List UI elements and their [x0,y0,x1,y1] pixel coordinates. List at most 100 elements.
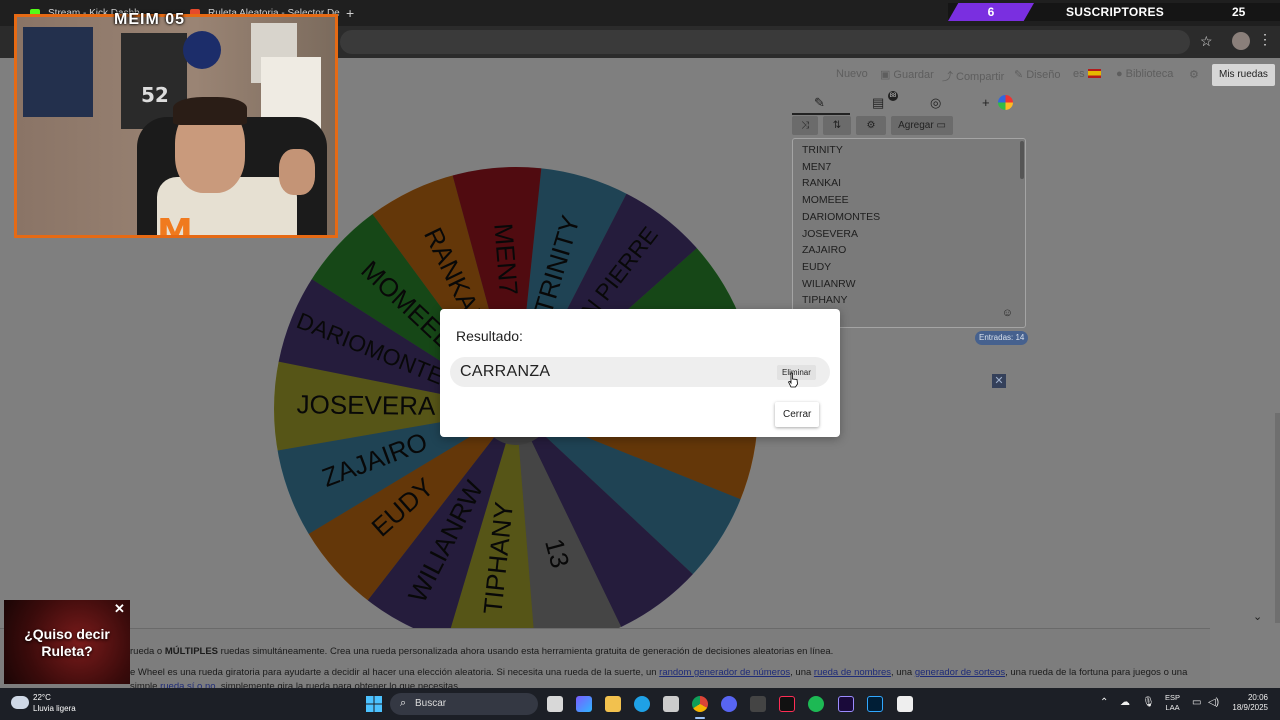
mis-ruedas-button[interactable]: Mis ruedas [1212,64,1275,86]
language-button[interactable]: es [1073,68,1101,80]
tab-results-clipboard-icon[interactable]: ▤ [872,95,884,111]
subscribers-overlay: 6 SUSCRIPTORES 25 [948,3,1280,21]
streamer-logo-icon: M [157,212,193,238]
link-number-generator[interactable]: random generador de números [659,667,790,678]
new-tab-button[interactable]: + [346,4,354,22]
tray-network-icon[interactable]: ☁ [1120,697,1130,708]
share-icon: ⤴ [942,71,953,83]
search-icon: ⌕ [400,697,407,709]
bookmark-star-icon[interactable]: ☆ [1200,33,1213,50]
nuevo-button[interactable]: Nuevo [836,68,868,80]
subs-count: 6 [948,3,1034,21]
panel-tabs: ✎ ▤ 88 ◎ + [792,91,1024,115]
save-icon: ▣ [880,69,891,81]
lang-bottom: LAA [1165,703,1180,712]
color-wheel-icon[interactable] [998,95,1013,110]
tray-display-icon[interactable]: ▭ [1192,697,1201,708]
clock-date: 18/9/2025 [1232,703,1268,712]
active-app-indicator [695,717,705,719]
webcam-jersey [23,27,93,117]
tiktok-icon[interactable] [779,696,795,712]
spotify-icon[interactable] [808,696,824,712]
settings-gear-icon[interactable]: ⚙ [1189,68,1199,81]
advanced-button[interactable]: ⚙ [856,116,886,135]
active-tab-underline [792,113,850,115]
clock[interactable]: 20:06 18/9/2025 [1226,693,1268,713]
description-section: rueda o MÚLTIPLES ruedas simultáneamente… [0,628,1210,692]
guardar-button[interactable]: ▣ Guardar [880,68,934,81]
biblioteca-button[interactable]: ● Biblioteca [1116,68,1173,80]
shuffle-button[interactable]: ⤨ [792,116,818,135]
windows-start-icon[interactable] [366,696,382,712]
chrome-icon[interactable] [692,696,708,712]
text: , una [891,667,915,678]
image-icon: ▭ [936,120,946,131]
tab-hide-eye-icon[interactable]: ◎ [930,95,941,111]
tray-mic-icon[interactable]: 🎙 [1142,697,1155,708]
clock-time: 20:06 [1247,693,1268,702]
entries-scrollbar[interactable] [1020,141,1024,179]
result-name: CARRANZA [460,363,551,380]
text-bold: MÚLTIPLES [164,646,219,657]
search-label: Buscar [415,698,447,709]
shuffle-icon: ⤨ [801,120,809,131]
chevron-down-icon[interactable]: ⌄ [1253,610,1262,623]
page-scrollbar[interactable] [1275,413,1280,623]
language-label: es [1073,68,1085,80]
entries-count-badge: Entradas: 14 [975,331,1029,345]
entry-item: EUDY [802,260,832,273]
copilot-icon[interactable] [576,696,592,712]
agregar-label: Agregar [898,120,934,131]
agregar-imagen-button[interactable]: Agregar ▭ [891,116,953,135]
tab-edit-pencil-icon[interactable]: ✎ [814,95,825,111]
obs-icon[interactable] [750,696,766,712]
ad-close-icon[interactable]: ✕ [114,601,125,617]
entry-item: DARIOMONTES [802,210,881,223]
url-input[interactable] [340,30,1190,54]
file-explorer-icon[interactable] [605,696,621,712]
more-menu-icon[interactable]: ⋮ [1258,31,1272,48]
tray-volume-icon[interactable]: ◁) [1208,697,1219,708]
close-panel-icon[interactable]: ✕ [992,374,1006,388]
webcam-jersey-number: 52 [141,83,169,107]
task-view-icon[interactable] [547,696,563,712]
sort-button[interactable]: ⇅ [823,116,851,135]
cloud-icon[interactable] [11,696,29,709]
compartir-button[interactable]: ⤴ Compartir [942,68,1004,84]
cerrar-button[interactable]: Cerrar [775,402,820,427]
input-language[interactable]: ESP LAA [1165,693,1180,713]
link-name-wheel[interactable]: rueda de nombres [814,667,891,678]
gear-icon: ⚙ [866,120,876,131]
text: rueda o [130,646,165,657]
entry-item: ZAJAIRO [802,244,847,257]
premiere-icon[interactable] [838,696,854,712]
spain-flag-icon [1087,69,1101,78]
webcam-cap [183,31,221,69]
text: , una [790,667,814,678]
weather-desc[interactable]: Lluvia ligera [33,704,76,713]
diseno-label: Diseño [1026,69,1061,81]
tray-chevron-up-icon[interactable]: ⌃ [1100,697,1108,708]
store-icon[interactable] [663,696,679,712]
description-line-1: rueda o MÚLTIPLES ruedas simultáneamente… [130,646,833,657]
add-wheel-plus-icon[interactable]: + [982,95,990,110]
biblioteca-label: Biblioteca [1125,68,1174,80]
photoshop-icon[interactable] [867,696,883,712]
edge-icon[interactable] [634,696,650,712]
emoji-icon[interactable]: ☺ [1002,307,1013,319]
profile-avatar[interactable] [1232,32,1250,50]
taskbar-search[interactable]: ⌕ Buscar [390,693,538,715]
weather-temp[interactable]: 22°C [33,693,51,702]
sort-icon: ⇅ [832,120,842,131]
entry-item: WILIANRW [802,277,856,290]
entries-textarea[interactable]: TRINITY MEN7 RANKAI MOMEEE DARIOMONTES JOSEVE… [792,138,1026,328]
subs-label: SUSCRIPTORES [1066,5,1165,19]
roulette-ad[interactable]: ¿Quiso decir Ruleta? ✕ [4,600,130,684]
discord-icon[interactable] [721,696,737,712]
lang-top: ESP [1165,693,1181,702]
capcut-icon[interactable] [897,696,913,712]
streamer-name: MEIM 05 [114,11,186,28]
diseno-button[interactable]: ✎ Diseño [1014,68,1060,81]
link-raffle-generator[interactable]: generador de sorteos [915,667,1005,678]
dialog-title: Resultado: [456,328,523,344]
